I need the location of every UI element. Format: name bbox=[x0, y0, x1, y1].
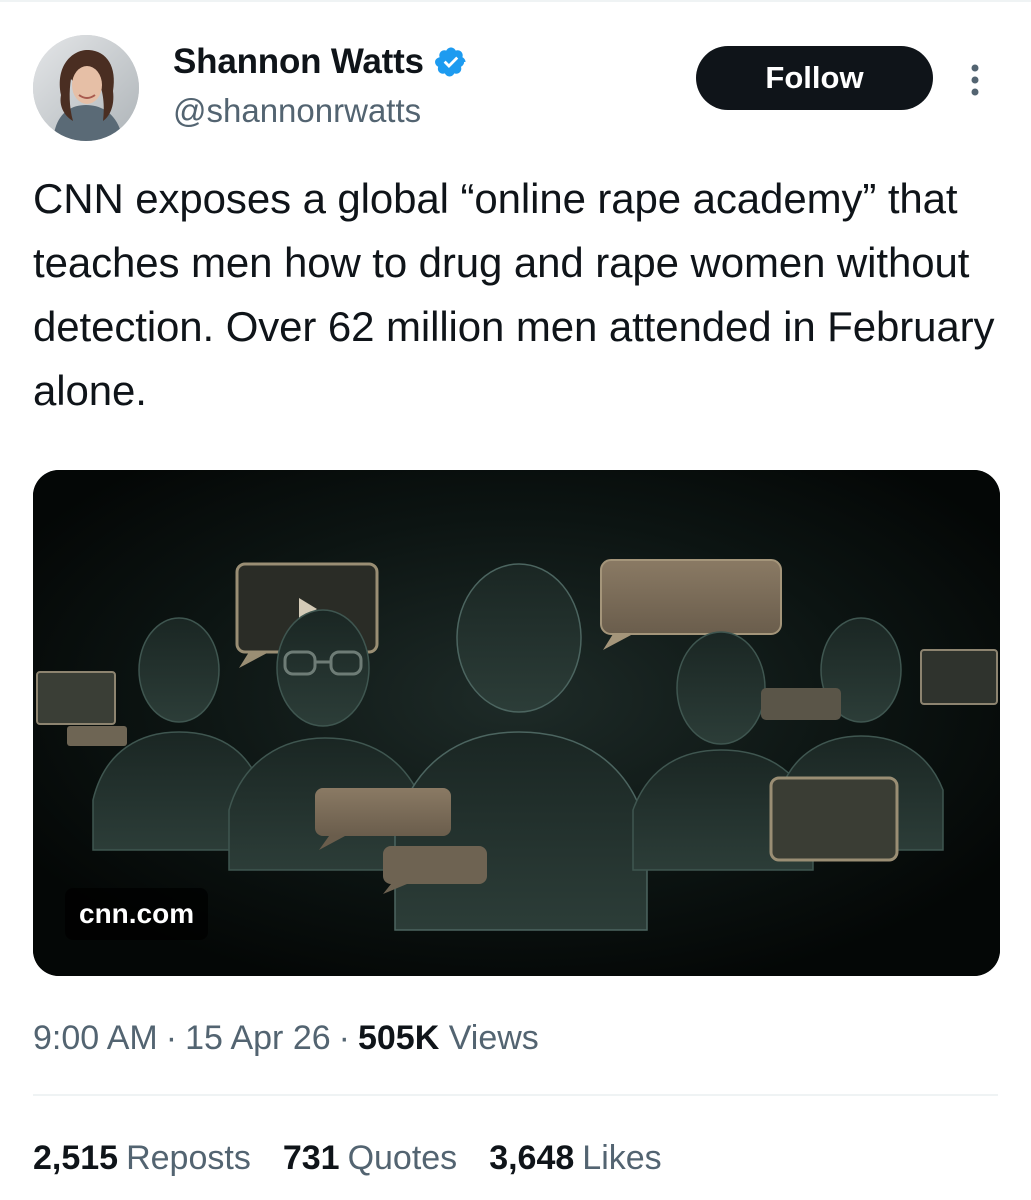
tweet-text: CNN exposes a global “online rape academ… bbox=[33, 175, 995, 414]
reposts-count: 2,515 bbox=[33, 1139, 119, 1177]
tweet-date[interactable]: 15 Apr 26 bbox=[185, 1019, 331, 1057]
author-name-row: Shannon Watts bbox=[173, 41, 468, 83]
meta-separator: · bbox=[165, 1019, 178, 1057]
top-divider bbox=[0, 0, 1031, 2]
avatar[interactable] bbox=[33, 35, 139, 141]
reposts-stat[interactable]: 2,515 Reposts bbox=[33, 1132, 251, 1184]
likes-stat[interactable]: 3,648 Likes bbox=[489, 1132, 661, 1184]
stats-divider bbox=[33, 1094, 998, 1096]
source-domain-label: cnn.com bbox=[65, 888, 209, 940]
likes-count: 3,648 bbox=[489, 1139, 575, 1177]
tweet-meta: 9:00 AM · 15 Apr 26 · 505K Views bbox=[33, 1012, 539, 1064]
likes-label: Likes bbox=[582, 1139, 662, 1177]
views-count: 505K bbox=[357, 1019, 440, 1057]
tweet-header: Shannon Watts @shannonrwatts Follow bbox=[33, 32, 1001, 144]
meta-separator-2: · bbox=[338, 1019, 350, 1057]
tweet-time[interactable]: 9:00 AM bbox=[33, 1019, 158, 1057]
follow-button[interactable]: Follow bbox=[696, 46, 933, 110]
engagement-stats: 2,515 Reposts 731 Quotes 3,648 Likes bbox=[33, 1132, 694, 1184]
views-label: Views bbox=[448, 1019, 539, 1057]
more-options-icon[interactable] bbox=[963, 60, 987, 100]
reposts-label: Reposts bbox=[126, 1139, 251, 1177]
author-name[interactable]: Shannon Watts bbox=[173, 41, 424, 83]
verified-badge-icon bbox=[434, 45, 468, 79]
quotes-stat[interactable]: 731 Quotes bbox=[283, 1132, 457, 1184]
quotes-count: 731 bbox=[282, 1139, 340, 1177]
link-preview-card[interactable]: cnn.com bbox=[33, 470, 1000, 976]
quotes-label: Quotes bbox=[347, 1139, 458, 1177]
author-handle[interactable]: @shannonrwatts bbox=[173, 90, 421, 132]
